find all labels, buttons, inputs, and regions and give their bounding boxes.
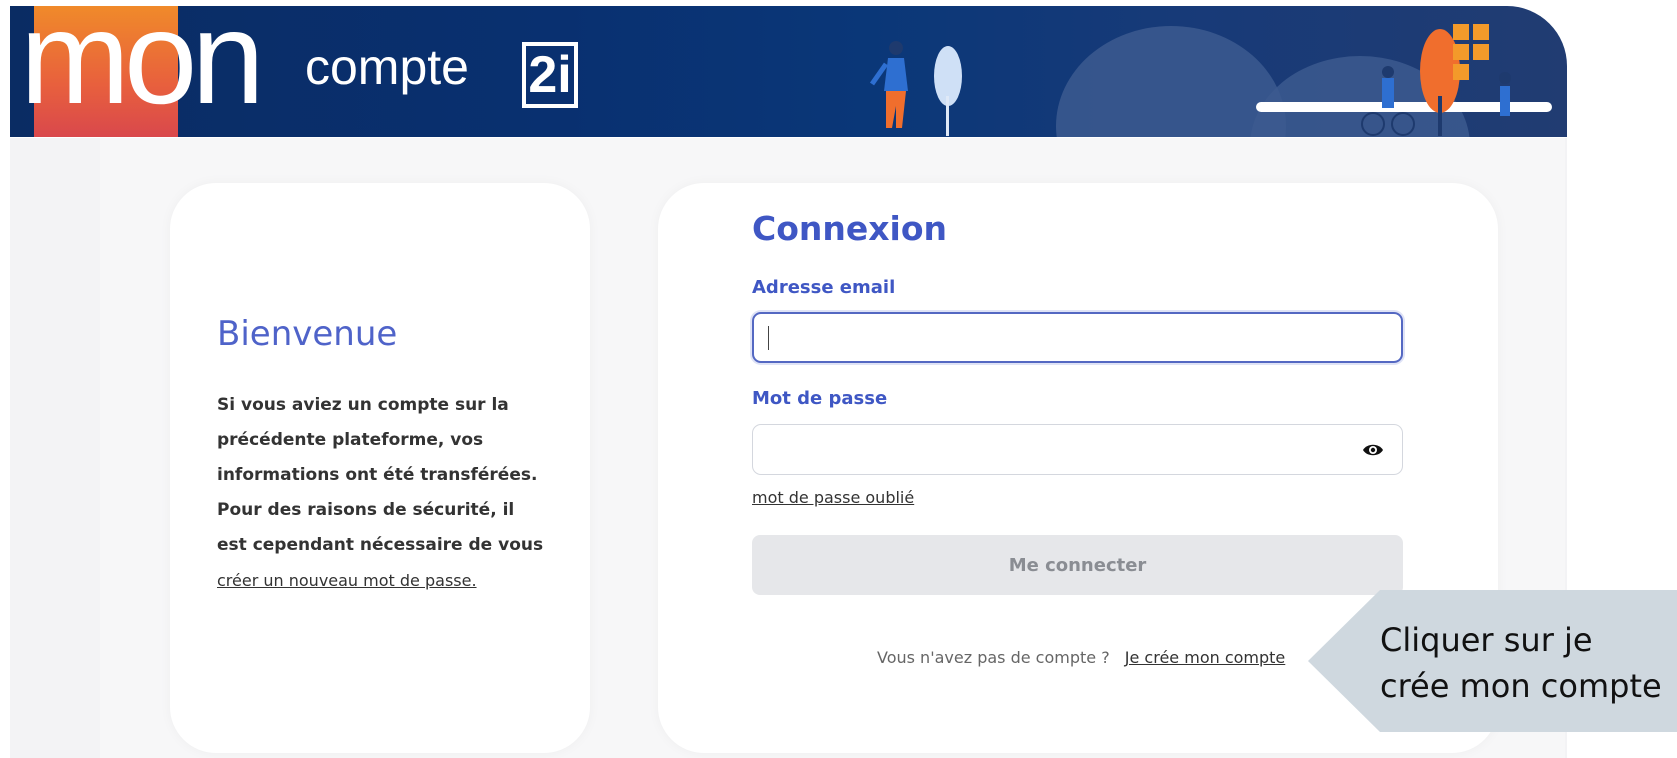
walking-person-illustration xyxy=(869,41,962,136)
welcome-message-text: Si vous aviez un compte sur la précédent… xyxy=(217,395,544,555)
brand-2i-badge: 2i xyxy=(522,42,578,108)
signup-prompt-line: Vous n'avez pas de compte ? Je crée mon … xyxy=(877,648,1285,667)
password-field[interactable] xyxy=(752,424,1403,475)
password-label: Mot de passe xyxy=(752,388,888,409)
logo-text: mon xyxy=(20,6,265,131)
eye-icon[interactable] xyxy=(1362,441,1384,459)
welcome-title: Bienvenue xyxy=(217,314,398,354)
welcome-message: Si vous aviez un compte sur la précédent… xyxy=(217,388,547,599)
login-title: Connexion xyxy=(752,209,948,248)
create-new-password-link[interactable]: créer un nouveau mot de passe. xyxy=(217,571,477,590)
header-banner: mon compte 2i xyxy=(10,6,1567,137)
trees-and-people-illustration xyxy=(1361,24,1511,136)
brand-compte: compte xyxy=(305,39,469,95)
instruction-callout-text: Cliquer sur je crée mon compte xyxy=(1380,621,1662,705)
create-account-link[interactable]: Je crée mon compte xyxy=(1125,648,1286,667)
text-caret xyxy=(768,326,769,350)
email-label: Adresse email xyxy=(752,277,896,298)
login-button[interactable]: Me connecter xyxy=(752,535,1403,595)
forgot-password-link[interactable]: mot de passe oublié xyxy=(752,488,914,507)
decorative-blob xyxy=(1056,26,1286,137)
email-field[interactable] xyxy=(752,312,1403,363)
signup-prompt: Vous n'avez pas de compte ? xyxy=(877,648,1110,667)
